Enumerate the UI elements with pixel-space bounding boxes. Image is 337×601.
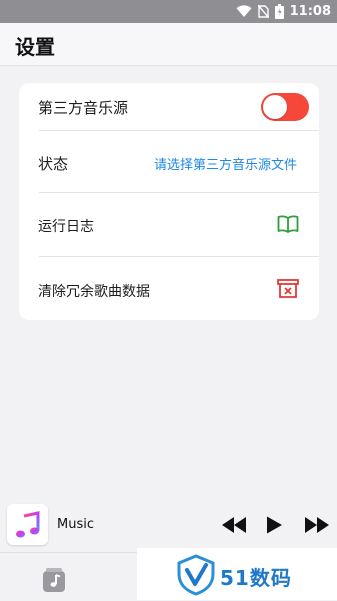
book-icon[interactable]	[277, 215, 299, 233]
music-note-icon	[15, 510, 39, 537]
watermark: 51数码	[137, 548, 337, 600]
clear-data-row[interactable]: 清除冗余歌曲数据	[19, 257, 319, 320]
track-title: Music	[57, 517, 94, 532]
run-log-row[interactable]: 运行日志	[19, 193, 319, 257]
clear-data-label: 清除冗余歌曲数据	[38, 284, 150, 300]
status-time: 11:08	[289, 4, 331, 19]
fast-forward-icon[interactable]	[305, 516, 329, 534]
rewind-icon[interactable]	[222, 516, 246, 534]
toggle-knob	[263, 95, 287, 119]
status-value-link[interactable]: 请选择第三方音乐源文件	[154, 154, 297, 173]
page-title: 设置	[15, 35, 55, 59]
no-sim-icon	[257, 5, 269, 18]
wifi-icon	[236, 5, 252, 17]
play-icon[interactable]	[267, 516, 282, 534]
album-art[interactable]	[7, 504, 48, 545]
status-label: 状态	[38, 155, 69, 173]
battery-icon	[274, 4, 284, 19]
third-party-source-row: 第三方音乐源	[19, 83, 319, 131]
settings-card: 第三方音乐源 状态 请选择第三方音乐源文件 运行日志 清除冗余歌曲数据	[19, 83, 319, 320]
third-party-source-toggle[interactable]	[261, 93, 309, 121]
third-party-source-label: 第三方音乐源	[38, 99, 129, 117]
run-log-label: 运行日志	[38, 219, 94, 235]
music-library-icon[interactable]	[43, 568, 65, 592]
delete-box-icon[interactable]	[277, 279, 299, 299]
app-header: 设置	[0, 23, 337, 66]
mini-player[interactable]: Music	[0, 494, 337, 554]
watermark-text: 51数码	[220, 566, 292, 590]
status-bar: 11:08	[0, 0, 337, 23]
shield-logo-icon	[177, 554, 215, 596]
